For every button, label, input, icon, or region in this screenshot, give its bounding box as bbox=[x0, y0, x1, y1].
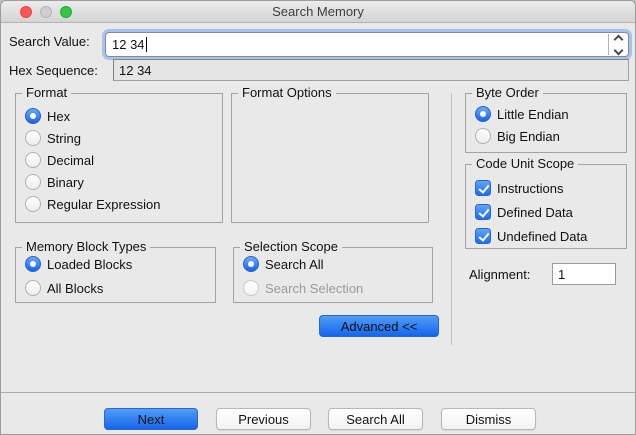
alignment-input[interactable]: 1 bbox=[552, 263, 616, 285]
radio-search-all[interactable]: Search All bbox=[243, 256, 428, 272]
radio-label: Binary bbox=[47, 174, 84, 190]
radio-icon bbox=[25, 152, 41, 168]
search-value-text: 12 34 bbox=[112, 37, 145, 52]
combo-stepper[interactable] bbox=[608, 34, 627, 55]
search-value-input[interactable]: 12 34 bbox=[105, 32, 629, 57]
format-options-group-title: Format Options bbox=[238, 85, 336, 100]
zoom-button[interactable] bbox=[60, 6, 72, 18]
selection-scope-group-title: Selection Scope bbox=[240, 239, 342, 254]
checkbox-label: Undefined Data bbox=[497, 228, 588, 244]
memory-block-types-group: Memory Block Types Loaded Blocks All Blo… bbox=[15, 239, 216, 303]
search-memory-dialog: Search Memory Search Value: 12 34 Hex Se… bbox=[0, 0, 636, 435]
checkbox-label: Defined Data bbox=[497, 204, 573, 220]
radio-hex[interactable]: Hex bbox=[25, 108, 218, 124]
checkbox-undefined-data[interactable]: Undefined Data bbox=[475, 228, 622, 244]
radio-regular-expression[interactable]: Regular Expression bbox=[25, 196, 218, 212]
advanced-button[interactable]: Advanced << bbox=[319, 315, 439, 337]
radio-label: Regular Expression bbox=[47, 196, 161, 212]
alignment-label: Alignment: bbox=[469, 267, 531, 282]
close-button[interactable] bbox=[20, 6, 32, 18]
radio-disabled-icon bbox=[243, 280, 259, 296]
chevron-up-icon bbox=[613, 34, 623, 44]
format-group-title: Format bbox=[22, 85, 72, 100]
code-unit-scope-group-title: Code Unit Scope bbox=[472, 156, 579, 171]
checkbox-defined-data[interactable]: Defined Data bbox=[475, 204, 622, 220]
checkbox-instructions[interactable]: Instructions bbox=[475, 180, 622, 196]
radio-string[interactable]: String bbox=[25, 130, 218, 146]
code-unit-scope-group: Code Unit Scope Instructions Defined Dat… bbox=[465, 156, 627, 249]
radio-label: All Blocks bbox=[47, 280, 104, 296]
radio-decimal[interactable]: Decimal bbox=[25, 152, 218, 168]
checkbox-checked-icon bbox=[475, 228, 491, 244]
memory-block-types-group-title: Memory Block Types bbox=[22, 239, 151, 254]
traffic-lights bbox=[20, 6, 72, 18]
radio-icon bbox=[25, 196, 41, 212]
hex-sequence-text: 12 34 bbox=[119, 62, 152, 78]
radio-label: Search All bbox=[265, 256, 324, 272]
byte-order-group: Byte Order Little Endian Big Endian bbox=[465, 85, 627, 153]
checkbox-label: Instructions bbox=[497, 180, 564, 196]
radio-icon bbox=[25, 280, 41, 296]
chevron-down-icon bbox=[613, 45, 623, 55]
format-group: Format Hex String Decimal Binary Regular… bbox=[15, 85, 223, 223]
search-all-button[interactable]: Search All bbox=[328, 408, 423, 430]
checkbox-checked-icon bbox=[475, 180, 491, 196]
minimize-button bbox=[40, 6, 52, 18]
radio-icon bbox=[25, 174, 41, 190]
byte-order-group-title: Byte Order bbox=[472, 85, 543, 100]
radio-all-blocks[interactable]: All Blocks bbox=[25, 280, 211, 296]
radio-label: Big Endian bbox=[497, 128, 560, 144]
hex-sequence-label: Hex Sequence: bbox=[9, 63, 98, 78]
radio-label: String bbox=[47, 130, 81, 146]
radio-label: Hex bbox=[47, 108, 71, 124]
search-value-label: Search Value: bbox=[9, 34, 90, 49]
radio-binary[interactable]: Binary bbox=[25, 174, 218, 190]
hex-sequence-value: 12 34 bbox=[113, 59, 629, 81]
radio-big-endian[interactable]: Big Endian bbox=[475, 128, 622, 144]
radio-little-endian[interactable]: Little Endian bbox=[475, 106, 622, 122]
radio-label: Decimal bbox=[47, 152, 94, 168]
radio-selected-icon bbox=[25, 108, 41, 124]
vertical-separator bbox=[451, 93, 452, 345]
radio-icon bbox=[25, 130, 41, 146]
radio-selected-icon bbox=[475, 106, 491, 122]
radio-search-selection: Search Selection bbox=[243, 280, 428, 296]
text-caret bbox=[145, 37, 147, 52]
dismiss-button[interactable]: Dismiss bbox=[441, 408, 536, 430]
radio-selected-icon bbox=[243, 256, 259, 272]
selection-scope-group: Selection Scope Search All Search Select… bbox=[233, 239, 433, 303]
radio-loaded-blocks[interactable]: Loaded Blocks bbox=[25, 256, 211, 272]
radio-label: Search Selection bbox=[265, 280, 364, 296]
radio-label: Loaded Blocks bbox=[47, 256, 133, 272]
radio-selected-icon bbox=[25, 256, 41, 272]
checkbox-checked-icon bbox=[475, 204, 491, 220]
radio-icon bbox=[475, 128, 491, 144]
format-options-group: Format Options bbox=[231, 85, 429, 223]
next-button[interactable]: Next bbox=[104, 408, 198, 430]
radio-label: Little Endian bbox=[497, 106, 569, 122]
window-title: Search Memory bbox=[272, 4, 364, 19]
title-bar: Search Memory bbox=[1, 1, 635, 23]
alignment-value: 1 bbox=[558, 266, 566, 282]
previous-button[interactable]: Previous bbox=[216, 408, 311, 430]
footer-divider bbox=[1, 392, 635, 393]
